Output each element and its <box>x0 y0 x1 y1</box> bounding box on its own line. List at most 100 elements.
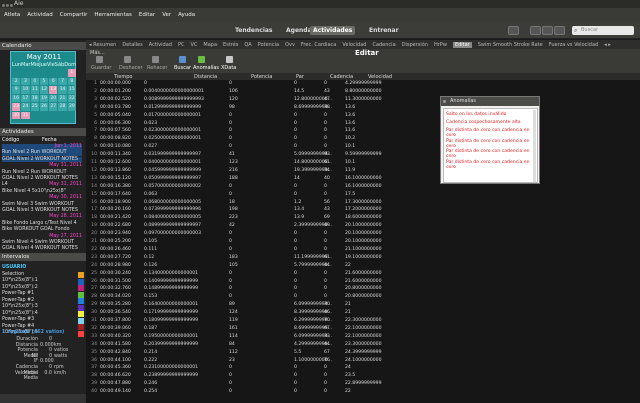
table-row[interactable]: 2 00:00:01.200 0.0040000000000000001 106 14.… <box>86 88 526 95</box>
anomalies-list[interactable]: Salto en los datos inválido Cadencia sosp… <box>443 108 538 183</box>
search-input[interactable]: ⌕ Buscar <box>572 26 634 35</box>
scrollbar[interactable] <box>533 110 536 182</box>
table-row[interactable]: 20 00:00:23.940 0.097000000000000003 0 0 0 20.… <box>86 230 526 237</box>
list-item[interactable]: GOAL Nivel 2 WORKOUT NOTES <box>2 156 82 163</box>
tab-10[interactable]: Frec. Cardiaca <box>301 42 336 48</box>
table-row[interactable]: 32 00:00:39.060 0.187 161 8.6999999999... 67 2… <box>86 325 526 332</box>
column-code[interactable]: Código <box>2 137 42 143</box>
table-row[interactable]: 31 00:00:37.800 0.18099999999999999 119 6.29… <box>86 317 526 324</box>
list-item[interactable]: Run Nivel 2 Run WORKOUT <box>2 150 82 156</box>
tab-13[interactable]: Dispersión <box>402 42 428 48</box>
calendar-day[interactable]: 16 <box>12 94 21 102</box>
calendar-day[interactable]: 17 <box>21 94 30 102</box>
anomalies-dialog[interactable]: Anomalías Salto en los datos inválido Cad… <box>440 96 540 184</box>
table-row[interactable]: 27 00:00:32.760 0.14899999999999999 0 0 0 20.8… <box>86 285 526 292</box>
calendar-day[interactable]: 3 <box>21 77 30 85</box>
menu-item-atleta[interactable]: Atleta <box>4 12 20 18</box>
calendar-day[interactable]: 29 <box>67 103 76 111</box>
tab-actividades[interactable]: Actividades <box>310 26 356 35</box>
layout-full-icon[interactable] <box>554 26 565 35</box>
calendar-day[interactable]: 9 <box>12 86 21 94</box>
calendar-day[interactable]: 15 <box>67 86 76 94</box>
tab-3[interactable]: PC <box>178 42 185 48</box>
table-row[interactable]: 21 00:00:25.200 0.105 0 0 0 20.1000000000 <box>86 238 526 245</box>
calendar-day[interactable]: 13 <box>49 86 58 94</box>
calendar-day[interactable]: 26 <box>39 103 49 111</box>
calendar-day[interactable]: 21 <box>58 94 67 102</box>
list-item[interactable]: L4 May 31, 2011 <box>2 182 82 188</box>
table-row[interactable]: 34 00:00:41.580 0.20399999999999999 84 4.299… <box>86 341 526 348</box>
column-date[interactable]: Fecha <box>42 137 57 143</box>
calendar-day[interactable]: 5 <box>39 77 49 85</box>
layout-split-icon[interactable] <box>530 26 541 35</box>
tab-8[interactable]: Potencia <box>258 42 279 48</box>
menu-item-ver[interactable]: Ver <box>162 12 171 18</box>
calendar-day[interactable]: 18 <box>30 94 39 102</box>
calendar-day[interactable]: 19 <box>39 94 49 102</box>
calendar-day[interactable]: 8 <box>67 77 76 85</box>
close-icon[interactable] <box>2 4 5 7</box>
tab-14[interactable]: HrPw <box>434 42 447 48</box>
table-row[interactable]: 26 00:00:31.500 0.14099999999999999 0 0 0 21.6… <box>86 278 526 285</box>
list-item[interactable]: May 30, 2011 <box>2 195 82 201</box>
table-row[interactable]: 30 00:00:36.540 0.17199999999999999 124 8.39… <box>86 309 526 316</box>
calendar-day[interactable]: 27 <box>49 103 58 111</box>
tab-1[interactable]: Detalles <box>122 42 142 48</box>
editor-tool-3[interactable]: Buscar <box>174 65 191 71</box>
tab-6[interactable]: Estrés <box>223 42 238 48</box>
table-row[interactable]: 33 00:00:40.320 0.19500000000000001 114 6.09… <box>86 333 526 340</box>
menu-item-ayuda[interactable]: Ayuda <box>178 12 195 18</box>
tab-15[interactable]: Editar <box>452 41 472 48</box>
list-item[interactable]: May 27, 2011 <box>2 234 82 240</box>
table-row[interactable]: 19 00:00:22.680 0.089999999999999997 42 2.39… <box>86 222 526 229</box>
calendar-widget[interactable]: May 2011 Lun Mar Mié Jue Vie Sáb Dom 123456789… <box>10 51 76 124</box>
sidebar-toggle-icon[interactable] <box>508 26 519 35</box>
calendar-day[interactable]: 4 <box>30 77 39 85</box>
ride-data-table[interactable]: Tiempo Distancia Potencia Par Cadencia V… <box>86 73 640 403</box>
tab-tendencias[interactable]: Tendencias <box>232 26 276 35</box>
tab-16[interactable]: Swim Smooth Stroke Rate <box>478 42 543 48</box>
tab-0[interactable]: ◂ Resumen <box>89 42 116 48</box>
editor-tool-1[interactable]: Deshacer <box>119 65 143 71</box>
table-row[interactable]: 24 00:00:28.980 0.126 105 5.7999999999... 44 2… <box>86 262 526 269</box>
table-row[interactable]: 36 00:00:44.100 0.222 23 1.1000000000... 76 24… <box>86 357 526 364</box>
table-row[interactable]: 23 00:00:27.720 0.12 183 11.199999999... 61 19… <box>86 254 526 261</box>
tab-7[interactable]: QA <box>244 42 251 48</box>
menu-item-compartir[interactable]: Compartir <box>60 12 88 18</box>
close-icon[interactable] <box>443 100 446 103</box>
list-item[interactable]: GOAL Nivel 4 WORKOUT NOTES <box>2 246 82 252</box>
maximize-icon[interactable] <box>10 4 13 7</box>
anomaly-icon[interactable] <box>198 56 205 63</box>
layout-tabs-icon[interactable] <box>542 26 553 35</box>
editor-tool-4[interactable]: Anomalías <box>193 65 219 71</box>
table-row[interactable]: 17 00:00:20.160 0.073999999999999996 198 13.… <box>86 206 526 213</box>
table-row[interactable]: 25 00:00:30.240 0.13400000000000001 0 0 0 21.6… <box>86 270 526 277</box>
menu-item-herramientas[interactable]: Herramientas <box>94 12 131 18</box>
menu-item-editar[interactable]: Editar <box>139 12 155 18</box>
calendar-day[interactable]: 14 <box>58 86 67 94</box>
table-row[interactable]: 28 00:00:34.020 0.153 0 0 0 20.8000000000 <box>86 293 526 300</box>
table-row[interactable]: 15 00:00:17.640 0.063 0 0 0 17.5 <box>86 191 526 198</box>
calendar-day[interactable]: 28 <box>58 103 67 111</box>
tab-4[interactable]: VC <box>190 42 197 48</box>
list-item[interactable]: May 28, 2011 <box>2 214 82 220</box>
list-item[interactable]: Bike Nivel 4 5x10'\n25x(8" <box>2 189 82 195</box>
list-item[interactable]: Swim Nivel 4 Swim WORKOUT <box>2 240 82 246</box>
search-icon[interactable] <box>179 56 186 63</box>
calendar-day[interactable]: 2 <box>12 77 21 85</box>
list-item[interactable]: GOAL Nivel 3 WORKOUT NOTES <box>2 208 82 214</box>
table-row[interactable]: 1 00:00:00.000 0 0 0 0 4.29999999999 <box>86 80 526 87</box>
tab-9[interactable]: Ovv <box>285 42 295 48</box>
table-row[interactable]: 38 00:00:46.620 0.23899999999999999 0 0 0 23.5 <box>86 372 526 379</box>
tab-12[interactable]: Cadencia <box>372 42 395 48</box>
list-item[interactable]: Run Nivel 2 Run WORKOUT <box>2 170 82 176</box>
tab-entrenar[interactable]: Entrenar <box>366 26 402 35</box>
calendar-day[interactable]: 10 <box>21 86 30 94</box>
table-row[interactable]: 39 00:00:47.880 0.246 0 0 0 22.8999999999 <box>86 380 526 387</box>
tab-5[interactable]: Mapa <box>203 42 217 48</box>
table-row[interactable]: 37 00:00:45.360 0.23100000000000001 0 0 0 24 <box>86 364 526 371</box>
anomaly-item[interactable]: Salto en los datos inválido <box>446 112 534 117</box>
calendar-day[interactable]: 23 <box>12 103 21 111</box>
calendar-day[interactable]: 12 <box>39 86 49 94</box>
calendar-day[interactable]: 20 <box>49 94 58 102</box>
